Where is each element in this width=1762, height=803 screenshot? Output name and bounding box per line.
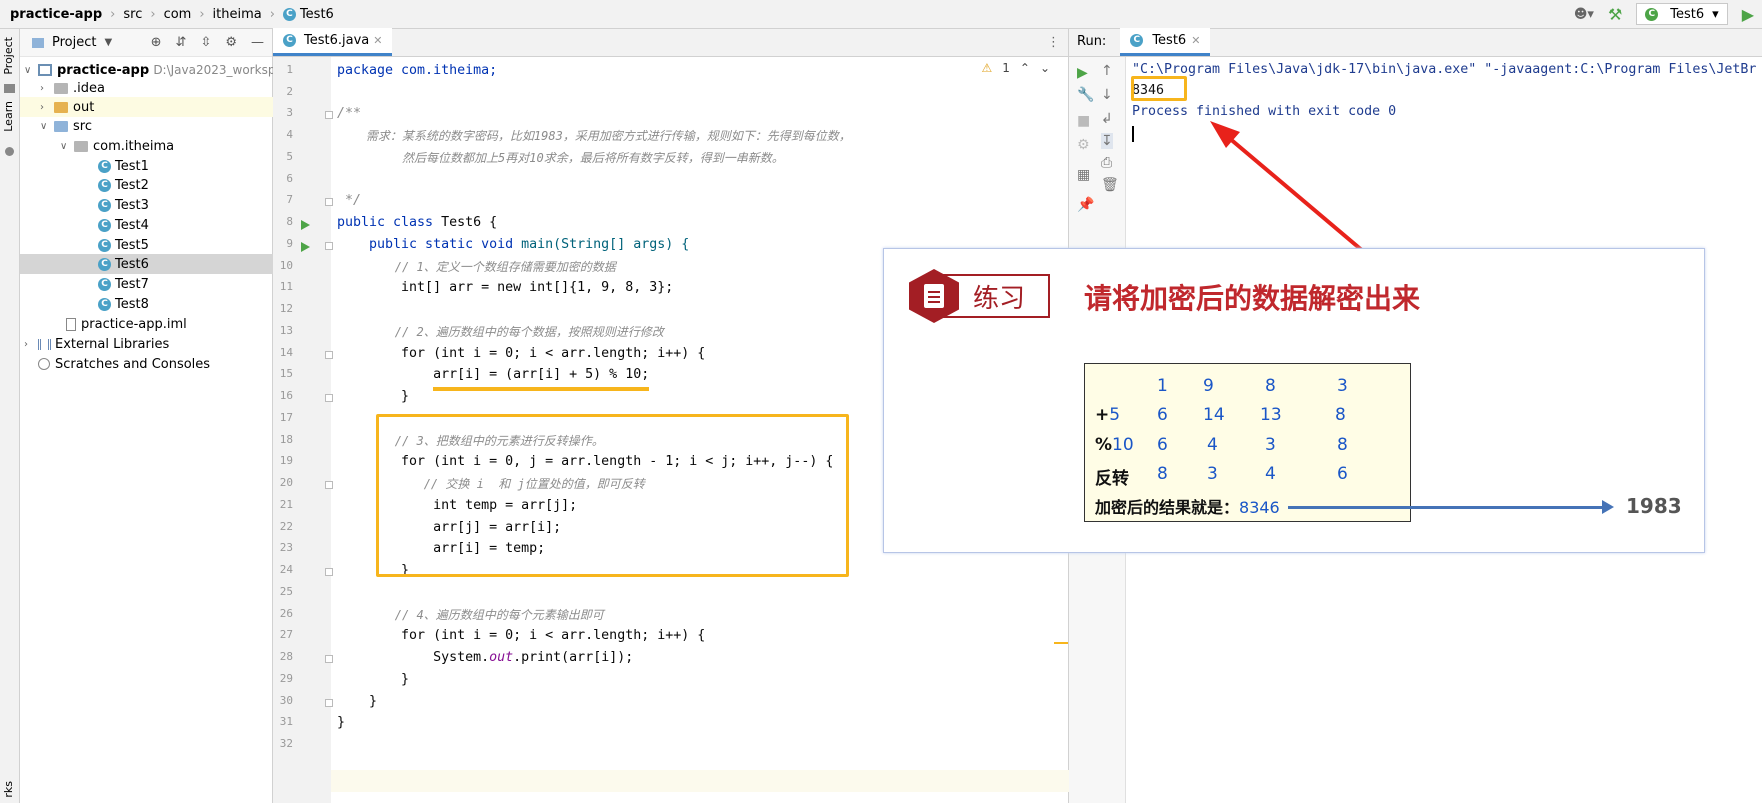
table-row-label: 反转 (1095, 469, 1129, 489)
card-title: 请将加密后的数据解密出来 (1084, 282, 1421, 315)
table-cell: 8 (1157, 464, 1168, 484)
table-cell: 6 (1337, 464, 1348, 484)
table-cell: 3 (1265, 435, 1276, 455)
table-row-label: +5 (1095, 405, 1121, 425)
table-cell: 4 (1265, 464, 1276, 484)
document-icon (924, 284, 944, 308)
exercise-badge: 练习 (909, 269, 1050, 323)
table-cell: 14 (1203, 405, 1225, 425)
table-row-label: %10 (1095, 435, 1134, 455)
blue-arrow (1288, 500, 1614, 514)
table-cell: 9 (1203, 376, 1214, 396)
result-value: 8346 (1239, 498, 1280, 517)
badge-label: 练习 (973, 283, 1026, 314)
table-cell: 1 (1157, 376, 1168, 396)
result-row: 加密后的结果就是：8346 (1095, 494, 1280, 518)
table-cell: 8 (1337, 435, 1348, 455)
table-cell: 4 (1207, 435, 1218, 455)
table-cell: 6 (1157, 435, 1168, 455)
table-cell: 13 (1260, 405, 1282, 425)
table-cell: 6 (1157, 405, 1168, 425)
table-cell: 3 (1337, 376, 1348, 396)
decrypted-result: 1983 (1626, 494, 1682, 518)
encryption-table: 1 9 8 3 +5 6 14 13 8 %10 6 4 3 8 反转 8 3 … (1084, 363, 1411, 522)
table-cell: 8 (1335, 405, 1346, 425)
table-cell: 3 (1207, 464, 1218, 484)
result-label: 加密后的结果就是： (1095, 498, 1240, 517)
table-cell: 8 (1265, 376, 1276, 396)
